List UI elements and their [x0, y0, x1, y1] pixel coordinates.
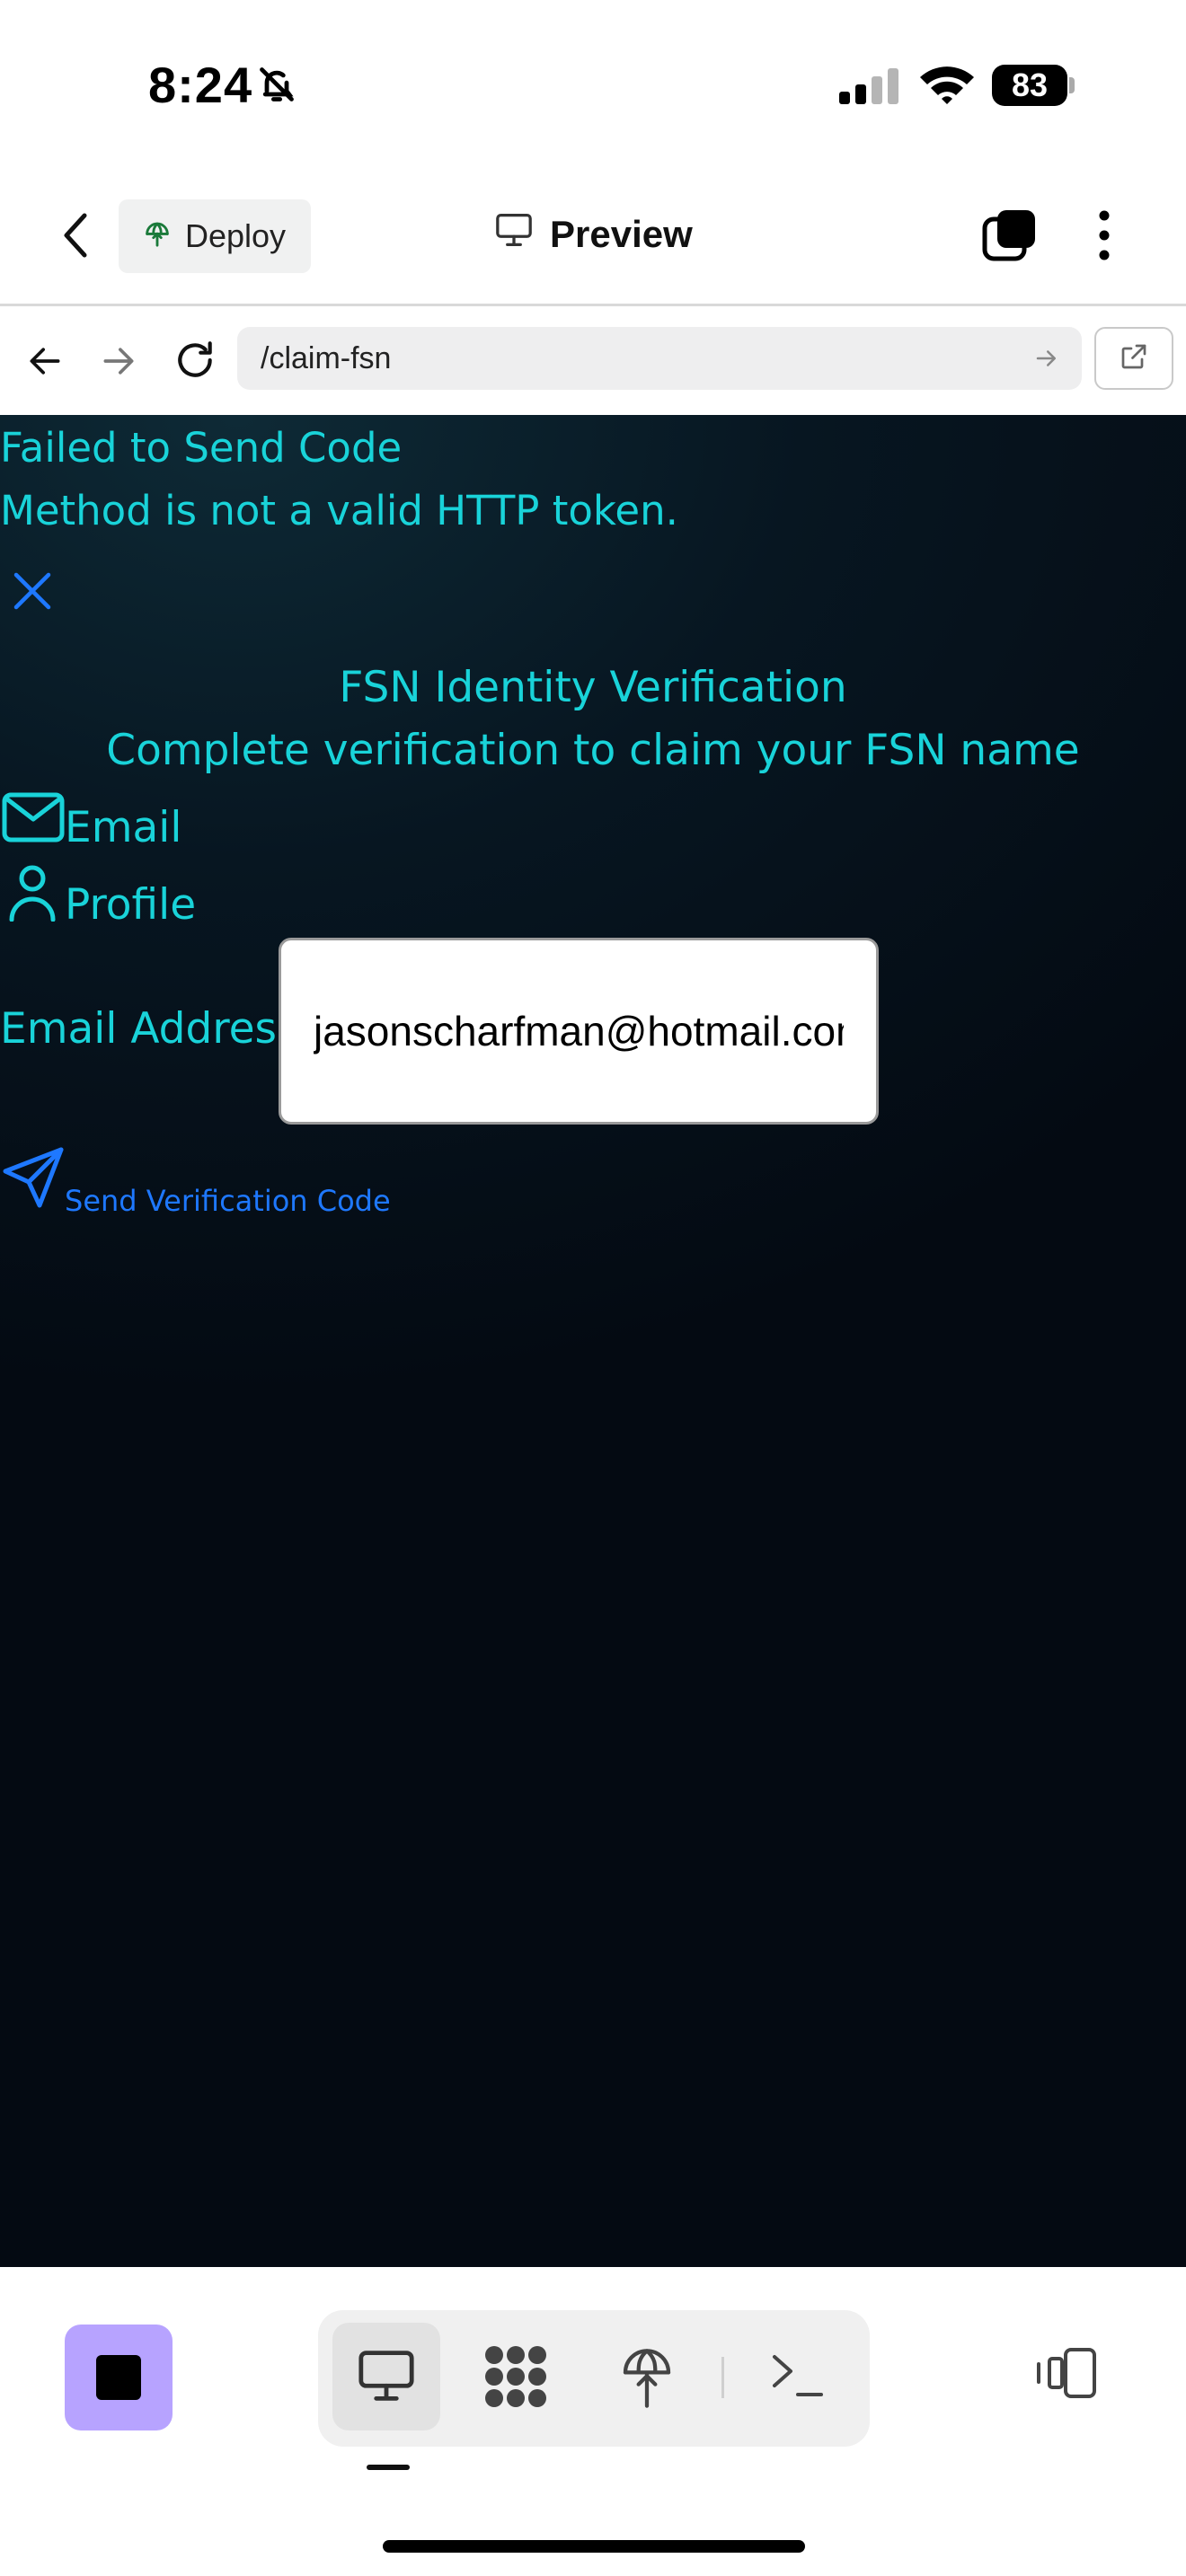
email-address-label: Email Address — [0, 1004, 299, 1054]
bell-muted-icon — [257, 65, 296, 109]
back-chevron-icon[interactable] — [59, 210, 92, 265]
apps-tab-icon[interactable] — [482, 2342, 550, 2415]
status-time: 8:24 — [148, 57, 253, 113]
preview-label: Preview — [550, 213, 693, 255]
header-divider — [0, 304, 1186, 306]
error-title: Failed to Send Code — [0, 424, 403, 472]
error-message: Method is not a valid HTTP token. — [0, 487, 678, 534]
deploy-globe-icon — [142, 217, 173, 256]
page-title: FSN Identity Verification — [339, 663, 847, 712]
browser-forward-icon[interactable] — [99, 341, 138, 385]
preview-title: Preview — [494, 212, 693, 257]
open-external-button[interactable] — [1094, 327, 1173, 390]
tabs-switcher-icon[interactable] — [981, 207, 1039, 269]
tab-email[interactable]: Email — [65, 803, 181, 852]
active-tab-underline — [367, 2465, 410, 2470]
battery-tip — [1069, 77, 1075, 93]
url-text: /claim-fsn — [261, 340, 392, 375]
console-tab-icon[interactable] — [771, 2351, 825, 2404]
external-link-icon — [1118, 340, 1150, 377]
devices-toggle-icon[interactable] — [1033, 2346, 1098, 2404]
url-go-arrow-icon[interactable] — [1033, 345, 1060, 376]
mail-icon — [2, 790, 65, 848]
send-icon[interactable] — [2, 1146, 65, 1213]
battery-indicator: 83 — [992, 65, 1067, 106]
web-content: Failed to Send Code Method is not a vali… — [0, 415, 1186, 2267]
user-icon — [9, 864, 56, 925]
tab-divider — [721, 2357, 724, 2398]
email-address-input[interactable] — [279, 938, 879, 1125]
deploy-label: Deploy — [185, 217, 287, 254]
url-bar[interactable]: /claim-fsn — [237, 327, 1082, 390]
send-verification-code-button[interactable]: Send Verification Code — [65, 1184, 391, 1218]
page-subtitle: Complete verification to claim your FSN … — [106, 726, 1080, 775]
deploy-button[interactable]: Deploy — [119, 199, 311, 273]
preview-tab-monitor-icon[interactable] — [356, 2348, 417, 2408]
cellular-signal-icon — [837, 66, 900, 110]
home-indicator — [383, 2540, 805, 2553]
wifi-icon — [918, 63, 976, 110]
browser-back-icon[interactable] — [25, 341, 65, 385]
stop-square-icon — [96, 2355, 141, 2400]
deploy-tab-icon[interactable] — [618, 2341, 676, 2413]
reload-icon[interactable] — [173, 338, 217, 387]
more-options-icon[interactable] — [1094, 208, 1114, 267]
stop-button[interactable] — [65, 2325, 173, 2430]
tab-profile[interactable]: Profile — [65, 880, 196, 930]
close-icon[interactable] — [11, 569, 54, 616]
monitor-icon — [494, 212, 534, 257]
